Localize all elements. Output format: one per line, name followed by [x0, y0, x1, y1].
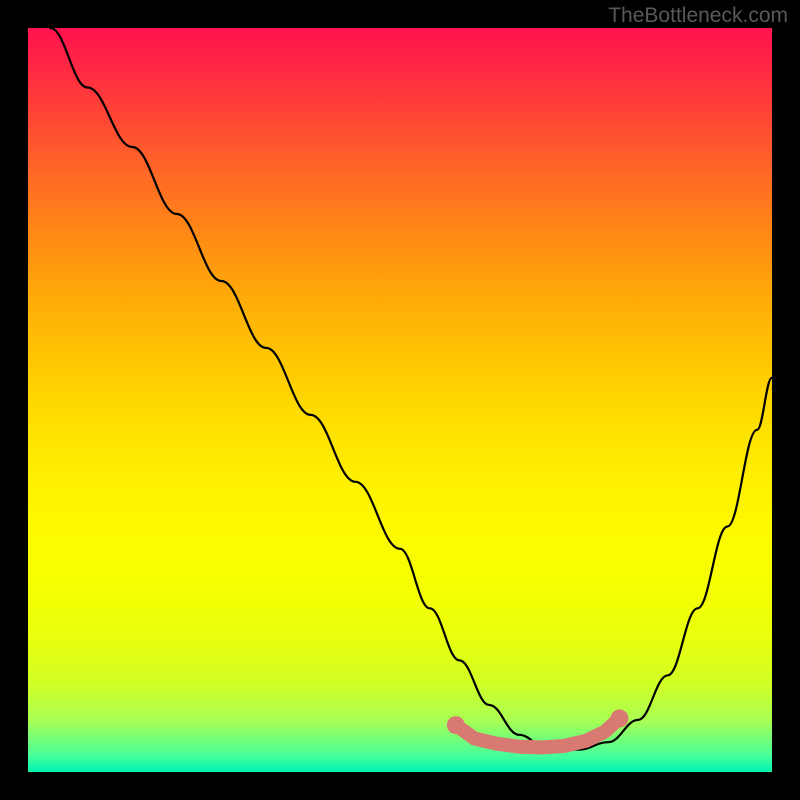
optimal-range-endpoint: [611, 709, 629, 727]
optimal-range-marker: [447, 709, 629, 747]
chart-plot-area: [28, 28, 772, 772]
watermark-text: TheBottleneck.com: [608, 4, 788, 28]
optimal-range-stroke: [456, 718, 620, 747]
optimal-range-endpoint: [447, 716, 465, 734]
chart-curve-layer: [28, 28, 772, 772]
bottleneck-curve: [50, 28, 772, 750]
